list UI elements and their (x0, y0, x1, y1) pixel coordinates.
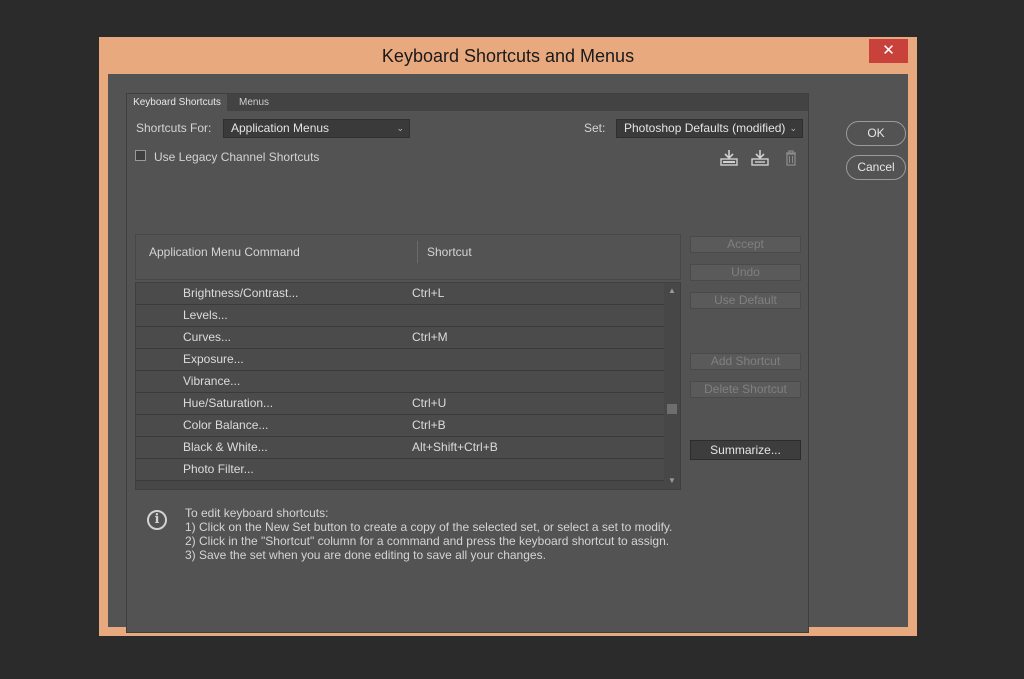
table-row[interactable]: Exposure... (136, 349, 664, 371)
column-header-shortcut[interactable]: Shortcut (427, 245, 472, 259)
tab-keyboard-shortcuts[interactable]: Keyboard Shortcuts (127, 94, 227, 111)
table-row[interactable]: Brightness/Contrast... Ctrl+L (136, 283, 664, 305)
info-line: 3) Save the set when you are done editin… (185, 548, 546, 562)
summarize-button[interactable]: Summarize... (690, 440, 801, 460)
set-label: Set: (584, 121, 606, 135)
table-row[interactable]: Vibrance... (136, 371, 664, 393)
info-line: To edit keyboard shortcuts: (185, 506, 329, 520)
delete-set-icon[interactable] (781, 149, 801, 167)
scroll-up-icon[interactable]: ▲ (664, 285, 680, 297)
table-header: Application Menu Command Shortcut (135, 234, 681, 280)
close-button[interactable]: ✕ (869, 39, 908, 63)
command-cell: Color Balance... (183, 418, 269, 432)
shortcut-cell[interactable]: Ctrl+U (412, 393, 446, 414)
command-cell: Levels... (183, 308, 228, 322)
shortcuts-panel: Keyboard Shortcuts Menus Shortcuts For: … (126, 93, 809, 633)
info-line: 1) Click on the New Set button to create… (185, 520, 673, 534)
use-default-button[interactable]: Use Default (690, 292, 801, 309)
delete-shortcut-button[interactable]: Delete Shortcut (690, 381, 801, 398)
command-cell: Curves... (183, 330, 232, 344)
info-icon: i (147, 510, 167, 530)
dialog-body: Keyboard Shortcuts Menus Shortcuts For: … (108, 74, 908, 633)
command-cell: Hue/Saturation... (183, 396, 274, 410)
table-row[interactable]: Levels... (136, 305, 664, 327)
dialog-title: Keyboard Shortcuts and Menus (381, 46, 635, 66)
command-cell: Exposure... (183, 352, 244, 366)
accept-button[interactable]: Accept (690, 236, 801, 253)
table-row[interactable]: Color Balance... Ctrl+B (136, 415, 664, 437)
new-set-icon[interactable] (750, 149, 770, 167)
chevron-down-icon: ⌄ (396, 123, 404, 133)
column-divider (417, 241, 418, 263)
ok-button[interactable]: OK (846, 121, 906, 146)
shortcuts-for-label: Shortcuts For: (136, 121, 212, 135)
command-cell: Brightness/Contrast... (183, 286, 299, 300)
shortcuts-for-select[interactable]: Application Menus ⌄ (223, 119, 410, 138)
table-row[interactable]: Black & White... Alt+Shift+Ctrl+B (136, 437, 664, 459)
save-set-icon[interactable] (719, 149, 739, 167)
table-row[interactable]: Hue/Saturation... Ctrl+U (136, 393, 664, 415)
table-row[interactable]: Photo Filter... (136, 459, 664, 481)
add-shortcut-button[interactable]: Add Shortcut (690, 353, 801, 370)
shortcut-cell[interactable]: Ctrl+B (412, 415, 446, 436)
command-cell: Black & White... (183, 440, 268, 454)
cancel-button[interactable]: Cancel (846, 155, 906, 180)
column-header-command[interactable]: Application Menu Command (149, 245, 300, 259)
scroll-down-icon[interactable]: ▼ (664, 475, 680, 487)
command-cell: Vibrance... (183, 374, 241, 388)
scroll-thumb[interactable] (667, 404, 677, 414)
shortcut-cell[interactable]: Ctrl+L (412, 283, 444, 304)
shortcut-cell[interactable]: Ctrl+M (412, 327, 448, 348)
tab-strip: Keyboard Shortcuts Menus (127, 94, 808, 111)
command-cell: Photo Filter... (183, 462, 254, 476)
table-scrollbar[interactable]: ▲ ▼ (664, 283, 680, 489)
table-row[interactable]: Curves... Ctrl+M (136, 327, 664, 349)
chevron-down-icon: ⌄ (789, 123, 797, 133)
legacy-channel-label: Use Legacy Channel Shortcuts (154, 150, 320, 164)
set-select[interactable]: Photoshop Defaults (modified) ⌄ (616, 119, 803, 138)
dialog-window: Keyboard Shortcuts and Menus ✕ Keyboard … (99, 37, 917, 636)
shortcuts-for-value: Application Menus (231, 121, 330, 135)
undo-button[interactable]: Undo (690, 264, 801, 281)
set-value: Photoshop Defaults (modified) (624, 121, 786, 135)
info-line: 2) Click in the "Shortcut" column for a … (185, 534, 670, 548)
legacy-channel-checkbox[interactable] (135, 150, 146, 161)
shortcuts-table: Brightness/Contrast... Ctrl+L Levels... … (135, 282, 681, 490)
tab-menus[interactable]: Menus (227, 94, 281, 111)
shortcut-cell[interactable]: Alt+Shift+Ctrl+B (412, 437, 498, 458)
